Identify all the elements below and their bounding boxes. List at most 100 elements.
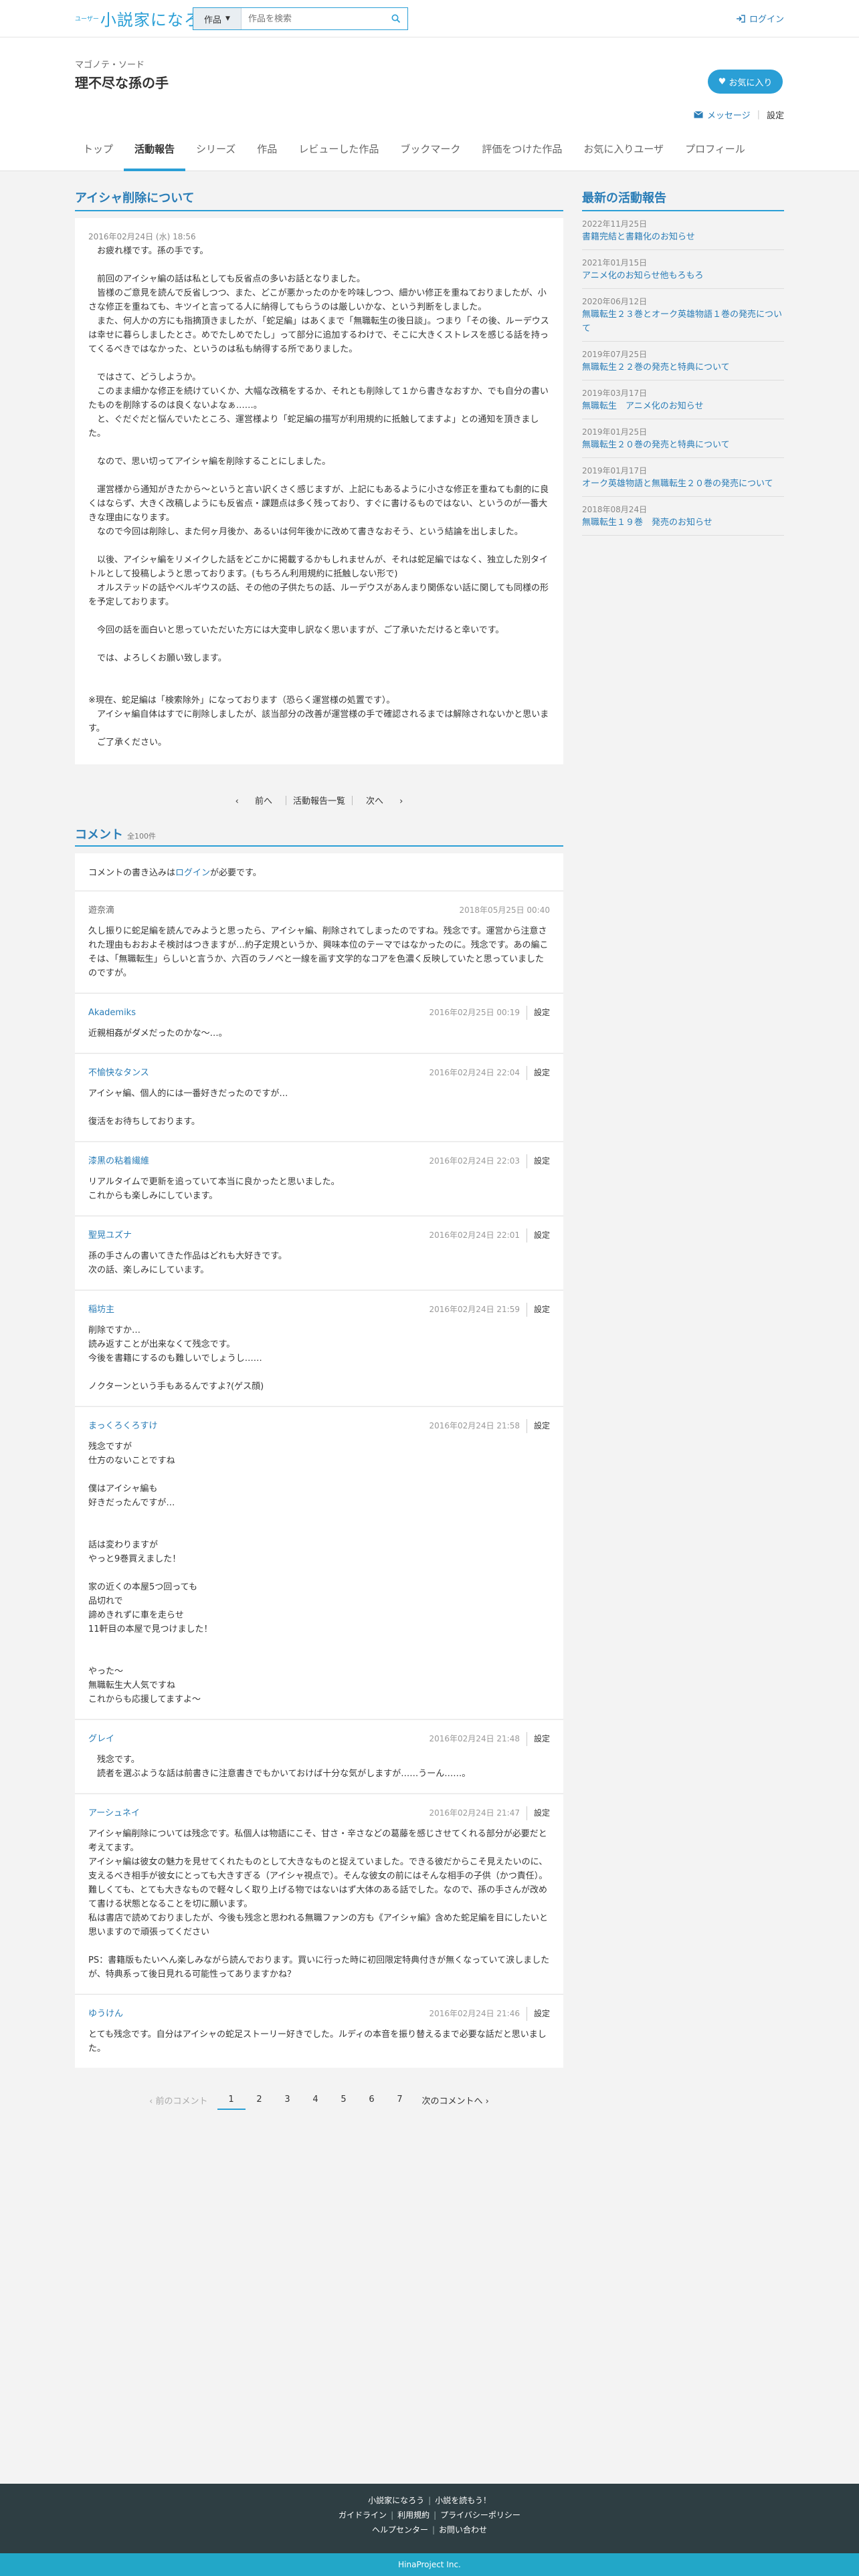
tab-4[interactable]: レビューした作品 <box>288 142 389 171</box>
search-icon <box>391 14 401 23</box>
login-link[interactable]: ログイン <box>736 12 784 25</box>
comment-date: 2016年02月24日 21:58 <box>429 1421 520 1430</box>
report-text: お疲れ様です。孫の手です。 前回のアイシャ編の話は私としても反省点の多いお話とな… <box>88 246 549 748</box>
next-comments-link[interactable]: 次のコメントへ › <box>422 2094 489 2107</box>
sidebar-list: 2022年11月25日 書籍完結と書籍化のお知らせ 2021年01月15日 アニメ化の… <box>582 211 784 536</box>
tab-7[interactable]: お気に入りユーザ <box>573 142 674 171</box>
login-note-link[interactable]: ログイン <box>175 868 210 878</box>
comment-settings-link[interactable]: 設定 <box>526 1154 550 1168</box>
comment-author[interactable]: まっくろくろすけ <box>88 1419 157 1433</box>
page-number-5[interactable]: 5 <box>330 2090 358 2110</box>
sidebar-report-link[interactable]: 無職転生２３巻とオーク英雄物語１巻の発売について <box>582 308 784 336</box>
tab-2[interactable]: シリーズ <box>185 142 246 171</box>
sidebar-report-link[interactable]: 無職転生１９巻 発売のお知らせ <box>582 516 784 530</box>
comment-body: 残念です。 読者を選ぶような話は前書きに注意書きでもかいておけば十分な気がします… <box>97 1755 471 1779</box>
envelope-icon <box>693 111 703 118</box>
comment-author[interactable]: 不愉快なタンス <box>88 1066 149 1080</box>
page-number-1[interactable]: 1 <box>217 2090 246 2110</box>
prev-comments-label: 前のコメント <box>155 2097 208 2107</box>
prev-label: 前へ <box>254 796 272 807</box>
comment-date: 2016年02月25日 00:19 <box>429 1008 520 1017</box>
search-category-select[interactable]: 作品 ▼ <box>193 8 242 29</box>
sidebar-report-link[interactable]: アニメ化のお知らせ他もろもろ <box>582 269 784 283</box>
divider: | <box>428 2496 432 2505</box>
sidebar-report-link[interactable]: 書籍完結と書籍化のお知らせ <box>582 230 784 244</box>
chevron-left-icon: ‹ <box>235 796 242 807</box>
comment-settings-link[interactable]: 設定 <box>526 1419 550 1433</box>
comment-author[interactable]: 漆黒の粘着繊維 <box>88 1154 149 1168</box>
profile-tabs: トップ 活動報告 シリーズ 作品 レビューした作品 ブックマーク 評価をつけた作品 お気に入り… <box>75 142 756 171</box>
comment-pagination: ‹ 前のコメント 1234567 次のコメントへ › <box>75 2090 563 2110</box>
message-label: メッセージ <box>706 111 751 121</box>
comment-body: 近親相姦がダメだったのかな～…。 <box>88 1029 227 1039</box>
page-number-4[interactable]: 4 <box>302 2090 330 2110</box>
prev-comments-link[interactable]: ‹ 前のコメント <box>149 2094 207 2107</box>
comment-date: 2016年02月24日 22:01 <box>429 1230 520 1240</box>
sidebar-report-item: 2019年03月17日 無職転生 アニメ化のお知らせ <box>582 381 784 419</box>
footer-link-contact[interactable]: お問い合わせ <box>439 2525 487 2535</box>
comment-author[interactable]: グレイ <box>88 1732 114 1746</box>
comment-settings-link[interactable]: 設定 <box>526 2007 550 2021</box>
search-button[interactable] <box>385 8 407 29</box>
comment-author[interactable]: 稲坊主 <box>88 1303 114 1317</box>
footer-link-yomou[interactable]: 小説を読もう！ <box>435 2496 491 2505</box>
sidebar-report-item: 2022年11月25日 書籍完結と書籍化のお知らせ <box>582 211 784 250</box>
login-note-text-post: が必要です。 <box>210 868 262 878</box>
comment-settings-link[interactable]: 設定 <box>526 1228 550 1243</box>
sidebar-report-date: 2019年01月25日 <box>582 427 648 437</box>
comment-settings-link[interactable]: 設定 <box>526 1303 550 1317</box>
sidebar-report-link[interactable]: 無職転生２２巻の発売と特典について <box>582 360 784 374</box>
comment-item: 遊奈滴 2018年05月25日 00:40 久し振りに蛇足編を読んでみようと思ったら… <box>75 891 563 992</box>
sidebar-report-link[interactable]: 無職転生２０巻の発売と特典について <box>582 438 784 452</box>
comment-body: アイシャ編削除については残念です。私個人は物語にこそ、甘さ・辛さなどの葛藤を感じ… <box>88 1829 550 1979</box>
report-list-link[interactable]: 活動報告一覧 <box>286 794 352 807</box>
footer-link-terms[interactable]: 利用規約 <box>397 2510 430 2520</box>
sidebar-report-link[interactable]: オーク英雄物語と無職転生２０巻の発売について <box>582 477 784 491</box>
login-note-text: コメントの書き込みは <box>88 868 176 878</box>
comment-item: 漆黒の粘着繊維 2016年02月24日 22:03 設定 リアルタイムで更新を追ってい… <box>75 1142 563 1215</box>
comment-body: とても残念です。自分はアイシャの蛇足ストーリー好きでした。ルディの本音を振り替え… <box>88 2030 547 2054</box>
page-number-7[interactable]: 7 <box>386 2090 414 2110</box>
sidebar-report-date: 2021年01月15日 <box>582 258 648 267</box>
comment-author[interactable]: 聖晃ユズナ <box>88 1228 132 1243</box>
message-link[interactable]: メッセージ <box>693 108 751 121</box>
search-input[interactable] <box>242 8 385 29</box>
footer-link-guideline[interactable]: ガイドライン <box>339 2510 387 2520</box>
footer-link-privacy[interactable]: プライバシーポリシー <box>440 2510 520 2520</box>
footer-link-help[interactable]: ヘルプセンター <box>372 2525 428 2535</box>
page-number-3[interactable]: 3 <box>274 2090 302 2110</box>
tab-3[interactable]: 作品 <box>246 142 288 171</box>
comment-settings-link[interactable]: 設定 <box>526 1806 550 1820</box>
prev-report-link[interactable]: ‹ 前へ <box>222 794 286 807</box>
logo-small-text: ユーザー <box>75 15 99 23</box>
comment-author[interactable]: アーシュネイ <box>88 1806 140 1820</box>
comment-header: Akademiks 2016年02月25日 00:19 設定 <box>88 1006 550 1020</box>
comment-body: 久し振りに蛇足編を読んでみようと思ったら、アイシャ編、削除されてしまったのですね… <box>88 926 549 978</box>
sidebar-report-item: 2021年01月15日アニメ化のお知らせ他もろもろ <box>582 250 784 289</box>
next-report-link[interactable]: 次へ › <box>353 794 416 807</box>
top-navbar: ユーザー 小説家になろう 作品 ▼ ログイン <box>0 0 859 37</box>
divider: | <box>391 2510 394 2520</box>
comment-settings-link[interactable]: 設定 <box>526 1006 550 1020</box>
page-number-2[interactable]: 2 <box>246 2090 274 2110</box>
comment-author[interactable]: Akademiks <box>88 1006 136 1020</box>
settings-link[interactable]: 設定 <box>767 108 784 121</box>
sidebar-report-item: 2018年08月24日 無職転生１９巻 発売のお知らせ <box>582 497 784 536</box>
favorite-button[interactable]: ♥ お気に入り <box>708 70 783 94</box>
comment-header: アーシュネイ 2016年02月24日 21:47 設定 <box>88 1806 550 1820</box>
divider: | <box>434 2510 437 2520</box>
tab-6[interactable]: 評価をつけた作品 <box>471 142 573 171</box>
comment-author[interactable]: ゆうけん <box>88 2007 123 2021</box>
sidebar-report-link[interactable]: 無職転生 アニメ化のお知らせ <box>582 399 784 413</box>
heart-icon: ♥ <box>718 76 727 87</box>
page-number-6[interactable]: 6 <box>358 2090 386 2110</box>
tab-0[interactable]: トップ <box>75 142 124 171</box>
footer-link-syosetu[interactable]: 小説家になろう <box>368 2496 424 2505</box>
comment-settings-link[interactable]: 設定 <box>526 1732 550 1746</box>
tab-8[interactable]: プロフィール <box>674 142 756 171</box>
comment-item: グレイ 2016年02月24日 21:48 設定 残念です。 読者を選ぶような話は前… <box>75 1719 563 1793</box>
sidebar-report-item: 2019年01月25日 無職転生２０巻の発売と特典について <box>582 419 784 458</box>
tab-1[interactable]: 活動報告 <box>124 142 186 171</box>
tab-5[interactable]: ブックマーク <box>389 142 471 171</box>
comment-settings-link[interactable]: 設定 <box>526 1066 550 1080</box>
